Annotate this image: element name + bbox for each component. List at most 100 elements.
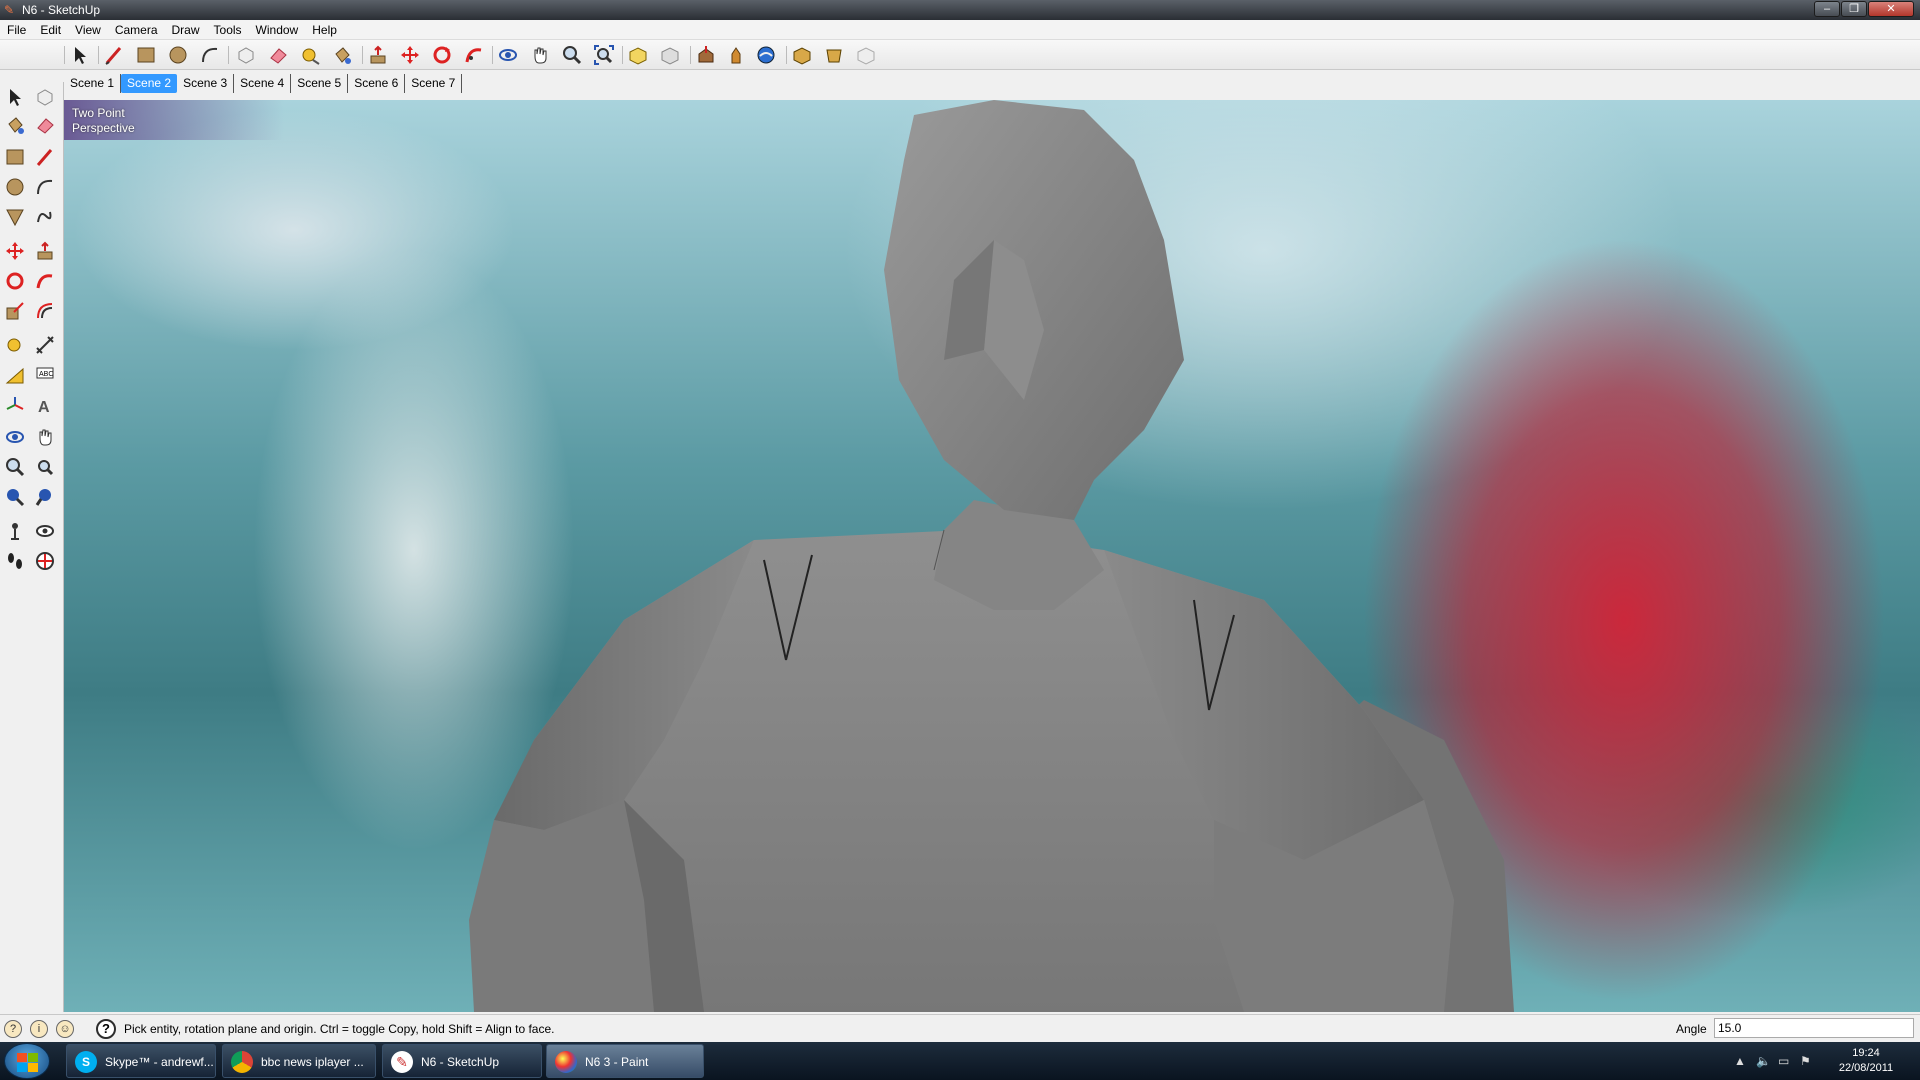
maximize-button[interactable]: ❐ bbox=[1841, 1, 1867, 17]
taskbar-item-sketchup[interactable]: ✎ N6 - SketchUp bbox=[382, 1044, 542, 1078]
paint-bucket-icon[interactable] bbox=[2, 112, 28, 138]
tab-scene-7[interactable]: Scene 7 bbox=[405, 74, 463, 93]
look-around-icon[interactable] bbox=[32, 518, 58, 544]
close-button[interactable]: ✕ bbox=[1868, 1, 1914, 17]
menu-camera[interactable]: Camera bbox=[108, 20, 165, 39]
start-button[interactable] bbox=[4, 1043, 50, 1079]
volume-icon[interactable]: 🔈 bbox=[1756, 1054, 1771, 1068]
human-figure-model[interactable] bbox=[64, 100, 1920, 1012]
skype-icon: S bbox=[75, 1051, 97, 1073]
sketchup-window: ✎ N6 - SketchUp – ❐ ✕ File Edit View Cam… bbox=[0, 0, 1920, 1080]
dimension-tool-icon[interactable] bbox=[32, 332, 58, 358]
clock[interactable]: 19:24 22/08/2011 bbox=[1820, 1046, 1912, 1076]
move-tool-icon[interactable] bbox=[398, 44, 422, 66]
rectangle-tool-icon[interactable] bbox=[134, 44, 158, 66]
zoom-extents-icon[interactable] bbox=[592, 44, 616, 66]
extension-warehouse-icon[interactable] bbox=[822, 44, 846, 66]
make-component-icon[interactable] bbox=[32, 84, 58, 110]
arc-tool-icon[interactable] bbox=[198, 44, 222, 66]
layout-icon[interactable] bbox=[854, 44, 878, 66]
tab-scene-3[interactable]: Scene 3 bbox=[177, 74, 235, 93]
menu-draw[interactable]: Draw bbox=[165, 20, 207, 39]
tab-scene-1[interactable]: Scene 1 bbox=[64, 74, 122, 93]
google-earth-icon[interactable] bbox=[754, 44, 778, 66]
menu-window[interactable]: Window bbox=[249, 20, 306, 39]
rotate-tool-icon[interactable] bbox=[2, 268, 28, 294]
menu-help[interactable]: Help bbox=[305, 20, 344, 39]
svg-text:A: A bbox=[38, 399, 50, 416]
tab-scene-5[interactable]: Scene 5 bbox=[291, 74, 349, 93]
freehand-tool-icon[interactable] bbox=[32, 204, 58, 230]
orbit-tool-icon[interactable] bbox=[2, 424, 28, 450]
tape-measure-icon[interactable] bbox=[298, 44, 322, 66]
user-icon[interactable]: ☺ bbox=[56, 1020, 74, 1038]
follow-me-icon[interactable] bbox=[462, 44, 486, 66]
menu-file[interactable]: File bbox=[0, 20, 33, 39]
menu-view[interactable]: View bbox=[68, 20, 108, 39]
windows-logo-icon bbox=[17, 1053, 38, 1072]
scale-tool-icon[interactable] bbox=[2, 298, 28, 324]
next-view-icon[interactable] bbox=[658, 44, 682, 66]
rectangle-tool-icon[interactable] bbox=[2, 144, 28, 170]
axes-tool-icon[interactable] bbox=[2, 392, 28, 418]
select-tool-icon[interactable] bbox=[68, 44, 92, 66]
network-icon[interactable]: ▭ bbox=[1778, 1054, 1789, 1068]
measurements-input[interactable] bbox=[1714, 1018, 1914, 1038]
follow-me-icon[interactable] bbox=[32, 268, 58, 294]
text-tool-icon[interactable]: ABC bbox=[32, 362, 58, 388]
model-viewport[interactable]: Two Point Perspective bbox=[64, 100, 1920, 1012]
eraser-tool-icon[interactable] bbox=[266, 44, 290, 66]
3d-text-tool-icon[interactable]: A bbox=[32, 392, 58, 418]
tab-scene-2[interactable]: Scene 2 bbox=[121, 74, 178, 93]
previous-view-icon[interactable] bbox=[626, 44, 650, 66]
taskbar-item-label: bbc news iplayer ... bbox=[261, 1055, 364, 1069]
menu-edit[interactable]: Edit bbox=[33, 20, 68, 39]
polygon-tool-icon[interactable] bbox=[2, 204, 28, 230]
orbit-tool-icon[interactable] bbox=[496, 44, 520, 66]
protractor-tool-icon[interactable] bbox=[2, 362, 28, 388]
next-view-icon[interactable] bbox=[32, 484, 58, 510]
show-hidden-icons-icon[interactable]: ▲ bbox=[1734, 1054, 1746, 1068]
move-tool-icon[interactable] bbox=[2, 238, 28, 264]
pan-tool-icon[interactable] bbox=[528, 44, 552, 66]
zoom-tool-icon[interactable] bbox=[560, 44, 584, 66]
paint-bucket-icon[interactable] bbox=[330, 44, 354, 66]
zoom-extents-icon[interactable] bbox=[32, 454, 58, 480]
walk-tool-icon[interactable] bbox=[2, 548, 28, 574]
push-pull-icon[interactable] bbox=[366, 44, 390, 66]
pan-tool-icon[interactable] bbox=[32, 424, 58, 450]
arc-tool-icon[interactable] bbox=[32, 174, 58, 200]
line-tool-icon[interactable] bbox=[32, 144, 58, 170]
select-tool-icon[interactable] bbox=[2, 84, 28, 110]
section-plane-icon[interactable] bbox=[32, 548, 58, 574]
eraser-tool-icon[interactable] bbox=[32, 112, 58, 138]
line-tool-icon[interactable] bbox=[102, 44, 126, 66]
geolocation-icon[interactable]: ? bbox=[4, 1020, 22, 1038]
taskbar-item-chrome[interactable]: bbc news iplayer ... bbox=[222, 1044, 376, 1078]
push-pull-icon[interactable] bbox=[32, 238, 58, 264]
taskbar-item-paint[interactable]: N6 3 - Paint bbox=[546, 1044, 704, 1078]
circle-tool-icon[interactable] bbox=[166, 44, 190, 66]
components-icon[interactable] bbox=[790, 44, 814, 66]
tab-scene-4[interactable]: Scene 4 bbox=[234, 74, 292, 93]
toolbar-separator bbox=[228, 46, 229, 64]
position-camera-icon[interactable] bbox=[2, 518, 28, 544]
minimize-button[interactable]: – bbox=[1814, 1, 1840, 17]
taskbar-item-skype[interactable]: S Skype™ - andrewf... bbox=[66, 1044, 216, 1078]
zoom-tool-icon[interactable] bbox=[2, 454, 28, 480]
camera-label-line2: Perspective bbox=[72, 121, 135, 135]
make-component-icon[interactable] bbox=[234, 44, 258, 66]
clock-date: 22/08/2011 bbox=[1838, 1062, 1894, 1074]
offset-tool-icon[interactable] bbox=[32, 298, 58, 324]
get-models-icon[interactable] bbox=[694, 44, 718, 66]
tape-measure-icon[interactable] bbox=[2, 332, 28, 358]
previous-view-icon[interactable] bbox=[2, 484, 28, 510]
share-model-icon[interactable] bbox=[724, 44, 748, 66]
action-center-icon[interactable]: ⚑ bbox=[1800, 1054, 1811, 1068]
help-icon[interactable]: ? bbox=[96, 1019, 116, 1039]
circle-tool-icon[interactable] bbox=[2, 174, 28, 200]
menu-tools[interactable]: Tools bbox=[207, 20, 249, 39]
credits-icon[interactable]: i bbox=[30, 1020, 48, 1038]
rotate-tool-icon[interactable] bbox=[430, 44, 454, 66]
tab-scene-6[interactable]: Scene 6 bbox=[348, 74, 406, 93]
